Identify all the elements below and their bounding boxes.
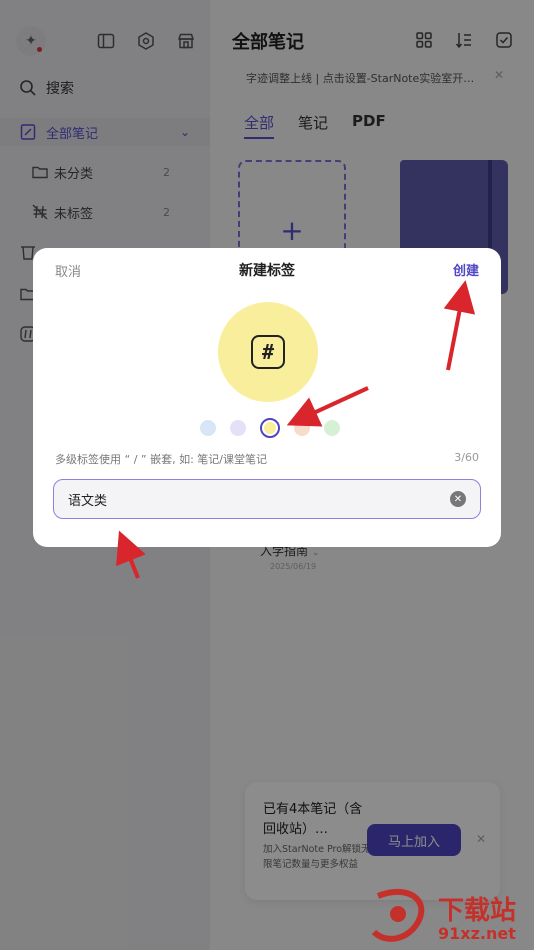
char-count: 3/60 xyxy=(454,451,479,464)
swatch-purple[interactable] xyxy=(230,420,246,436)
swatch-yellow[interactable] xyxy=(260,418,280,438)
tag-icon: # xyxy=(251,335,285,369)
swatch-orange[interactable] xyxy=(294,420,310,436)
clear-icon[interactable]: ✕ xyxy=(450,491,466,507)
watermark-logo xyxy=(371,888,425,942)
watermark-text: 下载站 xyxy=(438,896,517,926)
color-swatches xyxy=(200,418,340,438)
tag-name-input[interactable] xyxy=(68,491,450,507)
tag-preview: # xyxy=(218,302,318,402)
swatch-green[interactable] xyxy=(324,420,340,436)
swatch-blue[interactable] xyxy=(200,420,216,436)
watermark-url: 91xz.net xyxy=(438,924,516,943)
tag-hint: 多级标签使用 “ / ” 嵌套, 如: 笔记/课堂笔记 xyxy=(55,453,267,466)
dialog-title: 新建标签 xyxy=(239,263,295,279)
create-button[interactable]: 创建 xyxy=(453,260,479,279)
tag-name-field[interactable]: ✕ xyxy=(53,479,481,519)
new-tag-dialog: 取消 新建标签 创建 # 多级标签使用 “ / ” 嵌套, 如: 笔记/课堂笔记… xyxy=(33,248,501,547)
